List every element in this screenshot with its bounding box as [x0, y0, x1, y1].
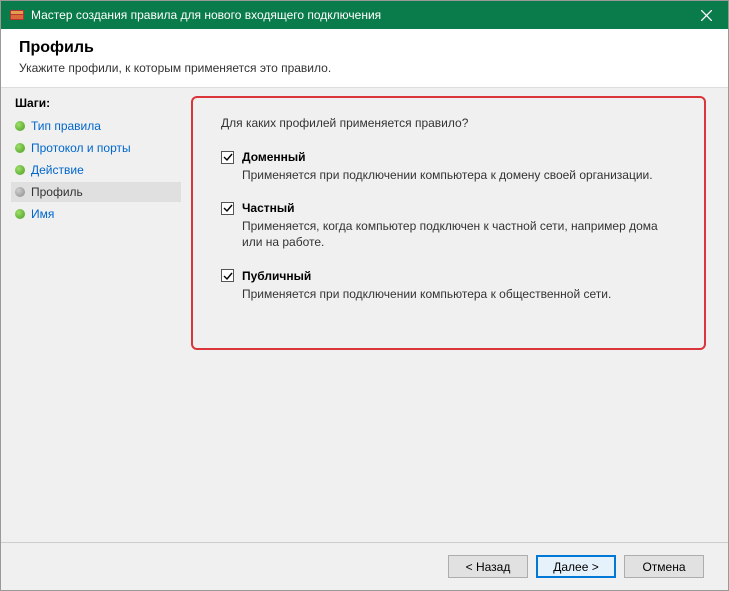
highlight-box: Для каких профилей применяется правило? … — [191, 96, 706, 350]
bullet-icon — [15, 187, 25, 197]
steps-label: Шаги: — [11, 96, 181, 110]
step-rule-type[interactable]: Тип правила — [11, 116, 181, 136]
checkbox-desc-domain: Применяется при подключении компьютера к… — [242, 167, 662, 183]
steps-sidebar: Шаги: Тип правила Протокол и порты Дейст… — [1, 88, 181, 542]
check-group-public: Публичный Применяется при подключении ко… — [221, 269, 684, 302]
checkbox-private[interactable] — [221, 202, 234, 215]
window-title: Мастер создания правила для нового входя… — [31, 8, 381, 22]
close-button[interactable] — [684, 1, 728, 29]
step-label: Имя — [31, 207, 54, 221]
checkbox-desc-public: Применяется при подключении компьютера к… — [242, 286, 662, 302]
wizard-body: Шаги: Тип правила Протокол и порты Дейст… — [1, 88, 728, 542]
wizard-header: Профиль Укажите профили, к которым приме… — [1, 29, 728, 88]
wizard-footer: < Назад Далее > Отмена — [1, 542, 728, 590]
step-name[interactable]: Имя — [11, 204, 181, 224]
bullet-icon — [15, 209, 25, 219]
checkbox-domain[interactable] — [221, 151, 234, 164]
checkbox-label-private[interactable]: Частный — [242, 201, 295, 215]
bullet-icon — [15, 165, 25, 175]
step-label: Действие — [31, 163, 84, 177]
bullet-icon — [15, 121, 25, 131]
checkbox-label-domain[interactable]: Доменный — [242, 150, 306, 164]
check-group-domain: Доменный Применяется при подключении ком… — [221, 150, 684, 183]
titlebar: Мастер создания правила для нового входя… — [1, 1, 728, 29]
checkbox-label-public[interactable]: Публичный — [242, 269, 311, 283]
step-label: Протокол и порты — [31, 141, 131, 155]
check-group-private: Частный Применяется, когда компьютер под… — [221, 201, 684, 250]
question-text: Для каких профилей применяется правило? — [221, 116, 684, 130]
content-area: Для каких профилей применяется правило? … — [181, 88, 728, 542]
step-label: Тип правила — [31, 119, 101, 133]
checkbox-public[interactable] — [221, 269, 234, 282]
step-protocol-ports[interactable]: Протокол и порты — [11, 138, 181, 158]
checkmark-icon — [223, 271, 233, 281]
page-title: Профиль — [19, 39, 710, 57]
app-icon — [9, 7, 25, 23]
step-label: Профиль — [31, 185, 83, 199]
page-description: Укажите профили, к которым применяется э… — [19, 61, 710, 75]
cancel-button[interactable]: Отмена — [624, 555, 704, 578]
checkmark-icon — [223, 152, 233, 162]
step-profile[interactable]: Профиль — [11, 182, 181, 202]
checkmark-icon — [223, 203, 233, 213]
back-button[interactable]: < Назад — [448, 555, 528, 578]
checkbox-desc-private: Применяется, когда компьютер подключен к… — [242, 218, 662, 250]
next-button[interactable]: Далее > — [536, 555, 616, 578]
close-icon — [701, 10, 712, 21]
step-action[interactable]: Действие — [11, 160, 181, 180]
wizard-window: Мастер создания правила для нового входя… — [1, 1, 728, 590]
bullet-icon — [15, 143, 25, 153]
